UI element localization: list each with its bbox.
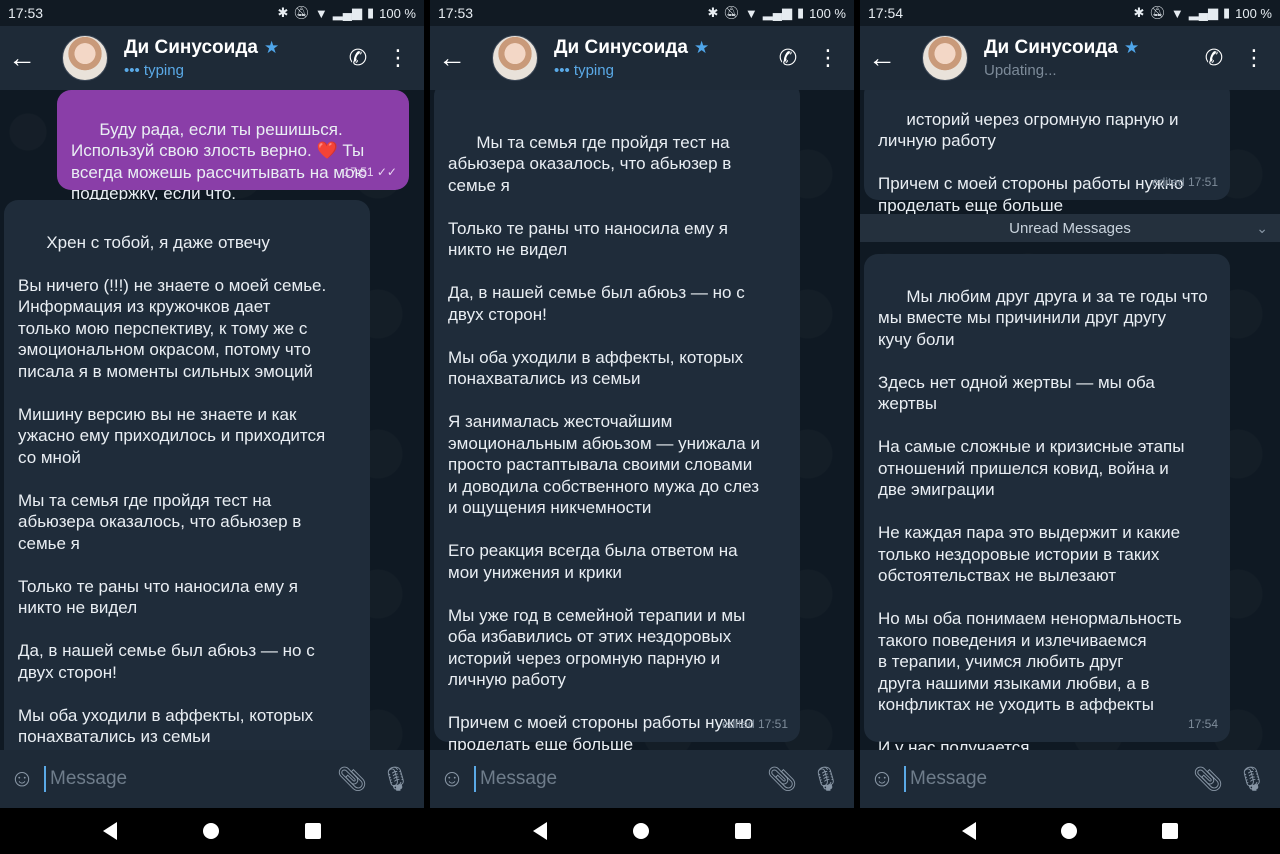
message-list[interactable]: историй через огромную парную и личную р… — [860, 90, 1280, 750]
emoji-icon[interactable]: ☺ — [430, 765, 474, 793]
unread-messages-divider: Unread Messages ⌄ — [860, 214, 1280, 242]
nav-recents-icon[interactable] — [1161, 823, 1178, 839]
contact-name: Ди Синусоида — [984, 37, 1118, 58]
message-time: edited 17:51 — [1151, 174, 1218, 189]
contact-name: Ди Синусоида — [124, 37, 258, 58]
typing-status: ••• typing — [124, 62, 184, 79]
connection-status: Updating... — [984, 62, 1057, 79]
message-list[interactable]: Мы та семья где пройдя тест на абьюзера … — [430, 90, 854, 750]
bluetooth-icon: ✱ — [1133, 5, 1145, 20]
more-menu-icon[interactable]: ⋮ — [1234, 36, 1274, 80]
nav-recents-icon[interactable] — [735, 823, 751, 839]
bluetooth-icon: ✱ — [707, 5, 719, 20]
chat-title[interactable]: Ди Синусоида ★ Updating... — [984, 37, 1194, 79]
message-input[interactable] — [474, 766, 760, 792]
phone-icon[interactable]: ✆ — [768, 36, 808, 80]
contact-name: Ди Синусоида — [554, 37, 688, 58]
message-composer: ☺ 📎︎ 🎙︎ — [0, 750, 424, 808]
battery-level: 100 % — [809, 5, 846, 21]
signal-icon: ▂▄▆ — [332, 5, 362, 20]
avatar[interactable] — [62, 35, 108, 81]
star-icon: ★ — [693, 38, 710, 57]
attach-icon[interactable]: 📎︎ — [330, 765, 374, 794]
microphone-icon[interactable]: 🎙︎ — [374, 765, 418, 794]
android-nav-bar — [860, 808, 1280, 854]
battery-icon: ▮ — [796, 5, 805, 20]
star-icon: ★ — [1123, 38, 1140, 57]
android-nav-bar — [0, 808, 424, 854]
message-bubble[interactable]: Мы та семья где пройдя тест на абьюзера … — [434, 90, 800, 750]
mute-icon: 🔕︎ — [1149, 5, 1166, 20]
avatar[interactable] — [492, 35, 538, 81]
mute-icon: 🔕︎ — [723, 5, 740, 20]
chat-screen-3: 17:54 ✱ 🔕︎ ▼ ▂▄▆ ▮ 100 % ← Ди Синусоида ★… — [860, 0, 1280, 854]
emoji-icon[interactable]: ☺ — [0, 765, 44, 793]
nav-home-icon[interactable] — [1060, 823, 1077, 839]
battery-icon: ▮ — [366, 5, 375, 20]
phone-icon[interactable]: ✆ — [1194, 36, 1234, 80]
bluetooth-icon: ✱ — [277, 5, 289, 20]
chat-title[interactable]: Ди Синусоида ★ ••• typing — [124, 37, 338, 79]
status-bar: 17:53 ✱ 🔕︎ ▼ ▂▄▆ ▮ 100 % — [430, 0, 854, 26]
signal-icon: ▂▄▆ — [1188, 5, 1218, 20]
attach-icon[interactable]: 📎︎ — [1186, 765, 1230, 794]
nav-home-icon[interactable] — [203, 823, 219, 839]
chat-title[interactable]: Ди Синусоида ★ ••• typing — [554, 37, 768, 79]
message-composer: ☺ 📎︎ 🎙︎ — [860, 750, 1280, 808]
chat-screen-1: 17:53 ✱ 🔕︎ ▼ ▂▄▆ ▮ 100 % ← Ди Синусоида ★… — [0, 0, 424, 854]
back-arrow-icon[interactable]: ← — [0, 36, 44, 80]
mute-icon: 🔕︎ — [293, 5, 310, 20]
message-bubble[interactable]: Хрен с тобой, я даже отвечу Вы ничего (!… — [4, 200, 370, 750]
battery-level: 100 % — [379, 5, 416, 21]
star-icon: ★ — [263, 38, 280, 57]
status-time: 17:54 — [868, 5, 904, 21]
chat-screen-2: 17:53 ✱ 🔕︎ ▼ ▂▄▆ ▮ 100 % ← Ди Синусоида ★… — [430, 0, 854, 854]
typing-status: ••• typing — [554, 62, 614, 79]
message-bubble[interactable]: историй через огромную парную и личную р… — [864, 90, 1230, 215]
android-nav-bar — [430, 808, 854, 854]
message-composer: ☺ 📎︎ 🎙︎ — [430, 750, 854, 808]
wifi-icon: ▼ — [1170, 5, 1184, 21]
avatar[interactable] — [922, 35, 968, 81]
nav-home-icon[interactable] — [633, 823, 649, 839]
message-time: edited 17:51 — [721, 716, 788, 731]
chat-header: ← Ди Синусоида ★ ••• typing ✆ ⋮ — [430, 26, 854, 90]
message-input[interactable] — [44, 766, 330, 792]
status-time: 17:53 — [438, 5, 474, 21]
back-arrow-icon[interactable]: ← — [430, 36, 474, 80]
status-bar: 17:54 ✱ 🔕︎ ▼ ▂▄▆ ▮ 100 % — [860, 0, 1280, 26]
message-time: 17:54 — [1187, 716, 1218, 731]
more-menu-icon[interactable]: ⋮ — [378, 36, 418, 80]
nav-recents-icon[interactable] — [305, 823, 321, 839]
chevron-down-icon[interactable]: ⌄ — [1256, 220, 1268, 237]
more-menu-icon[interactable]: ⋮ — [808, 36, 848, 80]
wifi-icon: ▼ — [314, 5, 328, 21]
message-time: 17:51 ✓✓ — [343, 164, 397, 179]
nav-back-icon[interactable] — [103, 822, 117, 840]
microphone-icon[interactable]: 🎙︎ — [804, 765, 848, 794]
message-list[interactable]: Буду рада, если ты решишься. Используй с… — [0, 90, 424, 750]
nav-back-icon[interactable] — [962, 822, 977, 840]
battery-icon: ▮ — [1222, 5, 1231, 20]
chat-header: ← Ди Синусоида ★ Updating... ✆ ⋮ — [860, 26, 1280, 90]
attach-icon[interactable]: 📎︎ — [760, 765, 804, 794]
battery-level: 100 % — [1235, 5, 1272, 21]
signal-icon: ▂▄▆ — [762, 5, 792, 20]
status-bar: 17:53 ✱ 🔕︎ ▼ ▂▄▆ ▮ 100 % — [0, 0, 424, 26]
wifi-icon: ▼ — [744, 5, 758, 21]
message-input[interactable] — [904, 766, 1186, 792]
back-arrow-icon[interactable]: ← — [860, 36, 904, 80]
emoji-icon[interactable]: ☺ — [860, 765, 904, 793]
chat-header: ← Ди Синусоида ★ ••• typing ✆ ⋮ — [0, 26, 424, 90]
microphone-icon[interactable]: 🎙︎ — [1230, 765, 1274, 794]
phone-icon[interactable]: ✆ — [338, 36, 378, 80]
message-bubble-outgoing[interactable]: Буду рада, если ты решишься. Используй с… — [57, 90, 409, 203]
message-bubble[interactable]: Мы любим друг друга и за те годы что мы … — [864, 254, 1230, 750]
nav-back-icon[interactable] — [533, 822, 547, 840]
status-time: 17:53 — [8, 5, 44, 21]
